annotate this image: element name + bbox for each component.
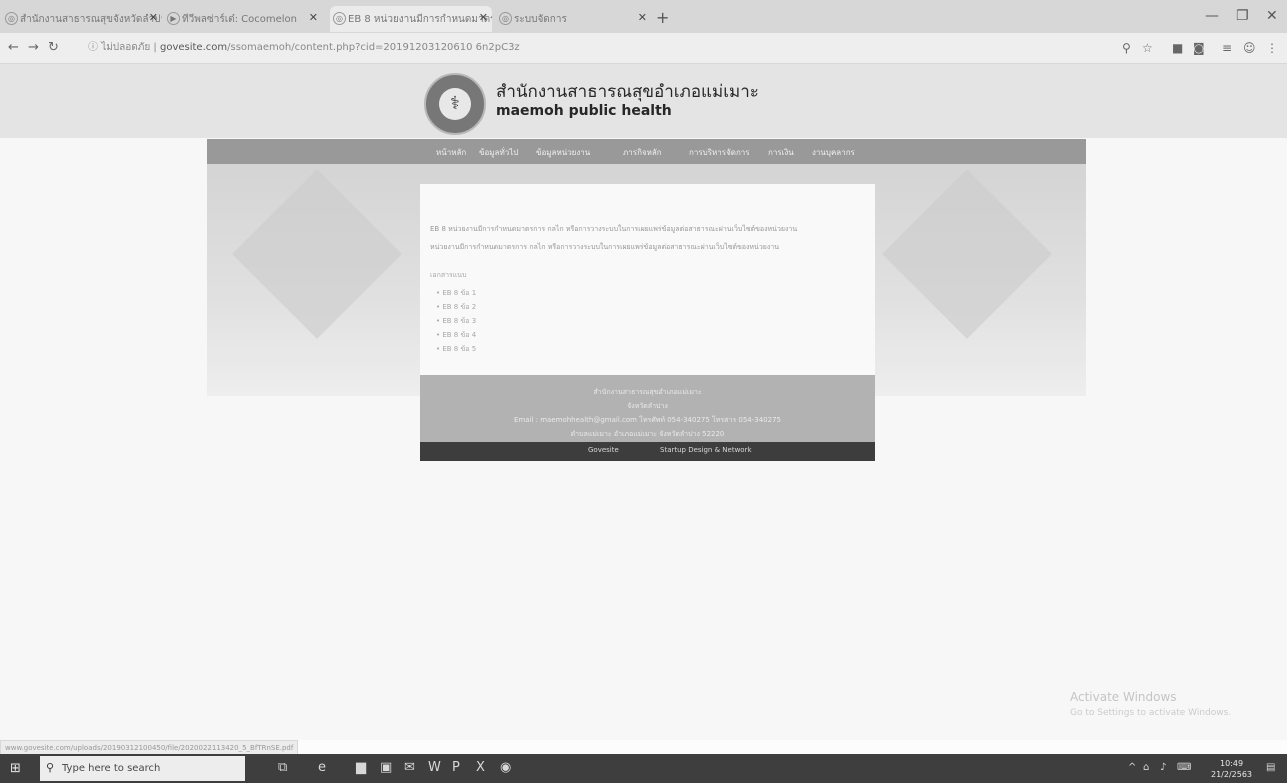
powerpoint-icon[interactable]: P [452,760,460,775]
extension-icon[interactable]: ■ [1172,41,1183,55]
mail-icon[interactable]: ✉ [404,760,415,775]
attachment-link[interactable]: EB 8 ข้อ 1 [436,288,476,299]
close-icon[interactable]: ✕ [149,11,158,24]
ornament-right [882,169,1052,339]
tab-1-label: สำนักงานสาธารณสุขจังหวัดลำปาง [20,14,162,25]
new-tab-button[interactable]: + [656,8,669,27]
globe-icon: ◎ [333,12,346,25]
info-icon[interactable]: ⓘ [88,42,98,53]
credit-bar: Govesite Startup Design & Network [420,442,875,461]
credit-govesite-link[interactable]: Govesite [588,446,619,454]
system-clock[interactable]: 10:49 21/2/2563 [1211,758,1252,780]
menu-item-finance[interactable]: การเงิน [768,146,794,159]
footer-address: ตำบลแม่เมาะ อำเภอแม่เมาะ จังหวัดลำปาง 52… [570,430,725,438]
attachment-link[interactable]: EB 8 ข้อ 4 [436,330,476,341]
volume-icon[interactable]: ♪ [1160,762,1166,773]
url-host: govesite.com [159,42,228,53]
extension-2-icon[interactable]: ◙ [1193,41,1205,55]
tray-chevron-icon[interactable]: ^ [1128,762,1136,773]
reload-icon[interactable]: ↻ [48,40,59,55]
content-heading: EB 8 หน่วยงานมีการกำหนดมาตรการ กลไก หรือ… [430,225,798,233]
activate-windows-subtitle: Go to Settings to activate Windows. [1070,708,1232,718]
forward-icon[interactable]: → [28,40,39,55]
tab-4-label: ระบบจัดการ [514,14,567,25]
taskbar-search[interactable]: ⚲ Type here to search [40,756,245,781]
attachment-link[interactable]: EB 8 ข้อ 3 [436,316,476,327]
menu-item-management[interactable]: การบริหารจัดการ [689,146,750,159]
file-explorer-icon[interactable]: ▆ [356,760,366,775]
keyboard-icon[interactable]: ⌨ [1177,762,1191,773]
activate-windows-title: Activate Windows [1070,690,1177,704]
windows-taskbar: ⊞ ⚲ Type here to search ⧉ e ▆ ▣ ✉ W P X … [0,754,1287,783]
content-description: หน่วยงานมีการกำหนดมาตรการ กลไก หรือการวา… [430,243,779,251]
address-bar: ← → ↻ ⓘ ไม่ปลอดภัย | govesite.com/ssomae… [0,33,1287,64]
chrome-icon[interactable]: ◉ [500,760,511,775]
clock-date: 21/2/2563 [1211,770,1253,779]
edge-icon[interactable]: e [318,760,326,775]
task-view-icon[interactable]: ⧉ [278,760,287,775]
store-icon[interactable]: ▣ [380,760,392,775]
footer-district: จังหวัดลำปาง [627,402,668,410]
notifications-icon[interactable]: ▤ [1266,762,1275,773]
credit-designer-link[interactable]: Startup Design & Network [660,446,752,454]
tab-1[interactable]: ◎ สำนักงานสาธารณสุขจังหวัดลำปาง ✕ [2,6,162,32]
site-footer: สำนักงานสาธารณสุขอำเภอแม่เมาะ จังหวัดลำป… [420,375,875,442]
profile-icon[interactable]: ☺ [1243,41,1256,55]
web-page: ⚕ สำนักงานสาธารณสุขอำเภอแม่เมาะ maemoh p… [0,64,1287,740]
tab-4[interactable]: ◎ ระบบจัดการ ✕ [496,6,651,32]
minimize-button[interactable]: — [1205,8,1219,24]
windows-start-icon[interactable]: ⊞ [10,761,21,776]
video-icon: ▶ [167,12,180,25]
footer-contact: Email : maemohhealth@gmail.com โทรศัพท์ … [514,416,781,424]
word-icon[interactable]: W [428,760,441,775]
ornament-left [232,169,402,339]
globe-icon: ◎ [499,12,512,25]
excel-icon[interactable]: X [476,760,485,775]
menu-item-mission[interactable]: ภารกิจหลัก [623,146,662,159]
tab-3-active[interactable]: ◎ EB 8 หน่วยงานมีการกำหนดมาตรการ ✕ [330,6,492,32]
zoom-icon[interactable]: ⚲ [1122,41,1131,55]
close-icon[interactable]: ✕ [309,11,318,24]
menu-item-general[interactable]: ข้อมูลทั่วไป [479,146,518,159]
security-label: ไม่ปลอดภัย [101,42,151,53]
footer-org: สำนักงานสาธารณสุขอำเภอแม่เมาะ [593,388,702,396]
site-header: ⚕ สำนักงานสาธารณสุขอำเภอแม่เมาะ maemoh p… [0,64,1287,138]
globe-icon: ◎ [5,12,18,25]
attachment-link[interactable]: EB 8 ข้อ 5 [436,344,476,355]
search-icon: ⚲ [46,761,55,774]
browser-tab-bar: ◎ สำนักงานสาธารณสุขจังหวัดลำปาง ✕ ▶ ทีวี… [0,0,1287,33]
clock-time: 10:49 [1219,759,1244,768]
content-panel: EB 8 หน่วยงานมีการกำหนดมาตรการ กลไก หรือ… [420,184,875,378]
network-icon[interactable]: ⌂ [1143,762,1149,773]
caduceus-icon: ⚕ [439,88,471,120]
menu-item-personnel[interactable]: งานบุคลากร [812,146,855,159]
back-icon[interactable]: ← [8,40,19,55]
attachment-link[interactable]: EB 8 ข้อ 2 [436,302,476,313]
ministry-logo: ⚕ [424,73,486,135]
reading-list-icon[interactable]: ≡ [1222,41,1232,55]
main-menu: หน้าหลัก ข้อมูลทั่วไป ข้อมูลหน่วยงาน ภาร… [207,139,1086,164]
star-icon[interactable]: ☆ [1142,41,1153,55]
close-icon[interactable]: ✕ [638,11,647,24]
url-field[interactable]: ⓘ ไม่ปลอดภัย | govesite.com/ssomaemoh/co… [88,38,1098,58]
restore-button[interactable]: ❐ [1236,8,1249,24]
close-window-button[interactable]: ✕ [1266,8,1278,24]
menu-dots-icon[interactable]: ⋮ [1266,41,1278,55]
attachments-title: เอกสารแนบ [430,271,467,279]
menu-item-agency[interactable]: ข้อมูลหน่วยงาน [536,146,590,159]
close-icon[interactable]: ✕ [479,11,488,24]
menu-item-home[interactable]: หน้าหลัก [436,146,466,159]
site-title-english: maemoh public health [496,103,672,119]
url-path: /ssomaemoh/content.php?cid=2019120312061… [227,42,520,53]
tab-3-label: EB 8 หน่วยงานมีการกำหนดมาตรการ [348,14,492,25]
site-title-thai: สำนักงานสาธารณสุขอำเภอแม่เมาะ [496,82,759,102]
tab-2-label: ทีวีพลซ่าร์เต๋: Cocomelon [182,14,298,25]
search-placeholder: Type here to search [62,763,161,774]
tab-2[interactable]: ▶ ทีวีพลซ่าร์เต๋: Cocomelon ✕ [164,6,322,32]
